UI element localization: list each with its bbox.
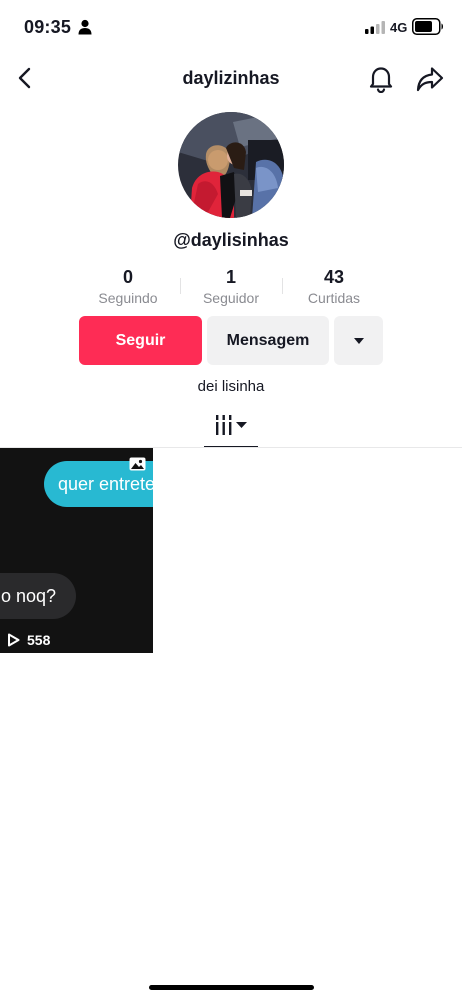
person-icon <box>78 19 92 35</box>
network-type: 4G <box>390 20 408 35</box>
view-count: 558 <box>27 632 51 648</box>
profile-username: @daylisinhas <box>173 230 289 250</box>
stat-following-label: Seguindo <box>98 290 158 306</box>
tab-videos[interactable] <box>204 410 258 448</box>
home-indicator <box>149 985 314 990</box>
play-icon <box>8 633 20 647</box>
more-options-button[interactable] <box>334 316 383 365</box>
caret-down-icon <box>236 422 247 428</box>
avatar[interactable] <box>178 112 284 218</box>
follow-button[interactable]: Seguir <box>79 316 202 365</box>
signal-icon <box>365 21 385 34</box>
stat-following-value: 0 <box>122 267 133 287</box>
stat-followers-value: 1 <box>225 267 236 287</box>
stat-likes[interactable]: 43 Curtidas <box>279 266 389 306</box>
bell-icon[interactable] <box>368 65 394 93</box>
message-button[interactable]: Mensagem <box>207 316 329 365</box>
stat-followers[interactable]: 1 Seguidor <box>176 266 286 306</box>
share-icon[interactable] <box>416 65 444 93</box>
status-time: 09:35 <box>24 17 72 37</box>
grid-icon <box>216 415 247 435</box>
photo-icon <box>129 457 146 471</box>
battery-icon <box>412 18 443 35</box>
chat-bubble: o noq? <box>0 573 76 619</box>
avatar-photo <box>178 112 284 218</box>
video-thumbnail[interactable]: quer entreter o noq? 558 <box>0 448 153 653</box>
caret-down-icon <box>353 337 364 344</box>
status-bar: 09:35 4G <box>0 0 462 56</box>
nav-bar: daylizinhas <box>0 56 462 104</box>
stat-likes-value: 43 <box>323 267 345 287</box>
profile-bio: dei lisinha <box>197 378 265 395</box>
stat-followers-label: Seguidor <box>202 290 260 306</box>
stat-likes-label: Curtidas <box>307 290 361 306</box>
stat-following[interactable]: 0 Seguindo <box>73 266 183 306</box>
